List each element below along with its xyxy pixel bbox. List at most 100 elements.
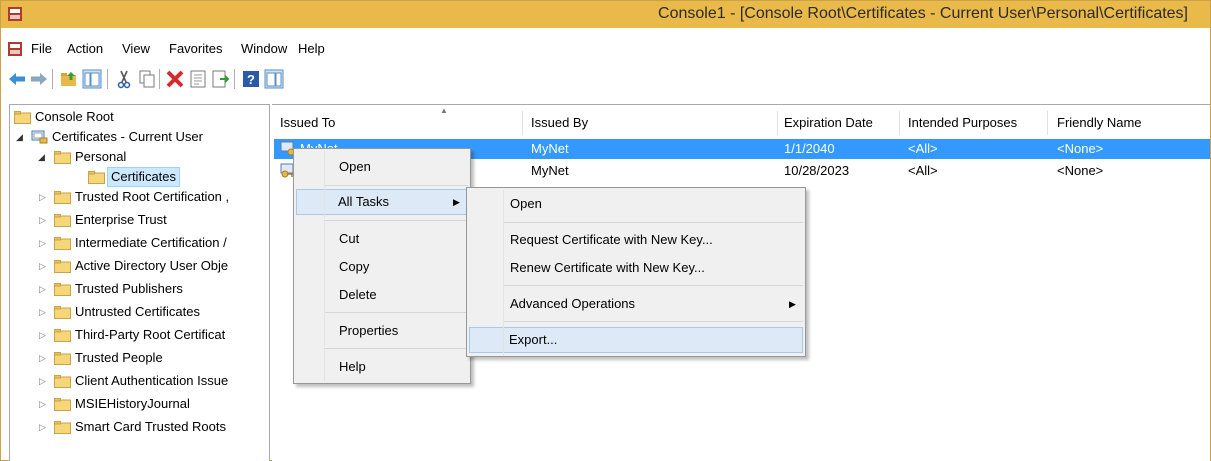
console-tree[interactable]: Console Root ◢ Certificates - Current Us… — [9, 104, 270, 461]
tree-item-folder[interactable]: ▷ Intermediate Certification / — [12, 233, 268, 253]
submenu-item-open[interactable]: Open — [469, 192, 803, 216]
toolbar-separator — [234, 69, 235, 89]
tree-label: Certificates - Current User — [52, 129, 203, 144]
collapsed-arrow-icon[interactable]: ▷ — [39, 187, 51, 207]
toolbar-separator — [159, 69, 160, 89]
toolbar-separator — [107, 69, 108, 89]
tree-item-console-root[interactable]: Console Root — [12, 107, 268, 127]
up-folder-icon[interactable] — [59, 69, 79, 89]
menu-action[interactable]: Action — [67, 41, 103, 56]
menu-separator — [324, 220, 468, 221]
menu-item-label: All Tasks — [338, 194, 390, 209]
forward-arrow-icon[interactable] — [29, 69, 49, 89]
tree-label: Enterprise Trust — [75, 212, 167, 227]
folder-icon — [54, 283, 71, 296]
folder-icon — [54, 352, 71, 365]
column-header-intended-purposes[interactable]: Intended Purposes — [908, 109, 1017, 137]
tree-label: Untrusted Certificates — [75, 304, 200, 319]
tree-item-folder[interactable]: ▷ Trusted People — [12, 348, 268, 368]
collapsed-arrow-icon[interactable]: ▷ — [39, 348, 51, 368]
tree-item-folder[interactable]: ▷ Trusted Root Certification , — [12, 187, 268, 207]
submenu-item-request-certificate[interactable]: Request Certificate with New Key... — [469, 228, 803, 252]
menu-file[interactable]: File — [31, 41, 52, 56]
mmc-app-icon[interactable] — [7, 6, 23, 22]
collapsed-arrow-icon[interactable]: ▷ — [39, 279, 51, 299]
tree-item-folder[interactable]: ▷ Trusted Publishers — [12, 279, 268, 299]
tree-item-folder[interactable]: ▷ Third-Party Root Certificat — [12, 325, 268, 345]
cell-friendly-name: <None> — [1057, 141, 1104, 156]
column-header-expiration-date[interactable]: Expiration Date — [784, 109, 873, 137]
menu-item-help[interactable]: Help — [296, 355, 468, 379]
copy-icon[interactable] — [137, 69, 157, 89]
menu-gutter-line — [503, 190, 504, 356]
column-separator[interactable] — [522, 111, 523, 135]
properties-icon[interactable] — [188, 69, 208, 89]
folder-icon — [54, 214, 71, 227]
tree-item-folder[interactable]: ▷ Smart Card Trusted Roots — [12, 417, 268, 437]
tree-label: Third-Party Root Certificat — [75, 327, 226, 342]
column-header-issued-to[interactable]: Issued To — [280, 109, 335, 137]
tree-label: Trusted People — [75, 350, 163, 365]
menu-item-label: Request Certificate with New Key... — [510, 232, 713, 247]
collapsed-arrow-icon[interactable]: ▷ — [39, 302, 51, 322]
collapsed-arrow-icon[interactable]: ▷ — [39, 210, 51, 230]
tree-label: Active Directory User Obje — [75, 258, 229, 273]
menu-item-properties[interactable]: Properties — [296, 319, 468, 343]
expanded-arrow-icon[interactable]: ◢ — [38, 147, 50, 167]
collapsed-arrow-icon[interactable]: ▷ — [39, 256, 51, 276]
tree-item-folder[interactable]: ▷ Untrusted Certificates — [12, 302, 268, 322]
collapsed-arrow-icon[interactable]: ▷ — [39, 417, 51, 437]
export-list-icon[interactable] — [211, 69, 231, 89]
cut-icon[interactable] — [114, 69, 134, 89]
tree-item-folder[interactable]: ▷ Active Directory User Obje — [12, 256, 268, 276]
menu-window[interactable]: Window — [241, 41, 287, 56]
tree-item-certificates[interactable]: Certificates — [12, 167, 268, 187]
menu-help[interactable]: Help — [298, 41, 325, 56]
submenu-arrow-icon: ▶ — [453, 197, 460, 207]
menu-item-all-tasks[interactable]: All Tasks ▶ — [296, 189, 468, 215]
submenu-item-renew-certificate[interactable]: Renew Certificate with New Key... — [469, 256, 803, 280]
submenu-item-advanced-operations[interactable]: Advanced Operations ▶ — [469, 292, 803, 316]
tree-item-folder[interactable]: ▷ MSIEHistoryJournal — [12, 394, 268, 414]
collapsed-arrow-icon[interactable]: ▷ — [39, 394, 51, 414]
column-separator[interactable] — [1047, 111, 1048, 135]
title-bar[interactable]: Console1 - [Console Root\Certificates - … — [1, 1, 1210, 28]
menu-item-cut[interactable]: Cut — [296, 227, 468, 251]
column-separator[interactable] — [899, 111, 900, 135]
expanded-arrow-icon[interactable]: ◢ — [16, 127, 28, 147]
tree-label: Client Authentication Issue — [75, 373, 229, 388]
menu-separator — [324, 348, 468, 349]
column-header-friendly-name[interactable]: Friendly Name — [1057, 109, 1142, 137]
menu-separator — [324, 185, 468, 186]
menu-item-label: Help — [339, 359, 366, 374]
column-header-issued-by[interactable]: Issued By — [531, 109, 588, 137]
menu-gutter-line — [324, 151, 325, 381]
collapsed-arrow-icon[interactable]: ▷ — [39, 371, 51, 391]
back-arrow-icon[interactable] — [7, 69, 27, 89]
menu-separator — [503, 321, 803, 322]
folder-icon — [54, 398, 71, 411]
show-hide-tree-icon[interactable] — [82, 69, 102, 89]
mmc-window: Console1 - [Console Root\Certificates - … — [0, 0, 1211, 461]
folder-icon — [54, 306, 71, 319]
show-action-pane-icon[interactable] — [264, 69, 284, 89]
system-menu-icon[interactable] — [7, 41, 23, 57]
tree-item-folder[interactable]: ▷ Enterprise Trust — [12, 210, 268, 230]
collapsed-arrow-icon[interactable]: ▷ — [39, 233, 51, 253]
menu-bar: File Action View Favorites Window Help — [1, 38, 1210, 60]
menu-favorites[interactable]: Favorites — [169, 41, 222, 56]
menu-item-open[interactable]: Open — [296, 155, 468, 179]
help-icon[interactable]: ? — [241, 69, 261, 89]
menu-item-delete[interactable]: Delete — [296, 283, 468, 307]
collapsed-arrow-icon[interactable]: ▷ — [39, 325, 51, 345]
menu-view[interactable]: View — [122, 41, 150, 56]
tree-item-personal[interactable]: ◢ Personal — [12, 147, 268, 167]
tree-item-certificates-current-user[interactable]: ◢ Certificates - Current User — [12, 127, 268, 147]
tree-item-folder[interactable]: ▷ Client Authentication Issue — [12, 371, 268, 391]
menu-item-copy[interactable]: Copy — [296, 255, 468, 279]
submenu-item-export[interactable]: Export... — [469, 327, 803, 353]
tree-label: MSIEHistoryJournal — [75, 396, 190, 411]
delete-icon[interactable] — [165, 69, 185, 89]
column-separator[interactable] — [777, 111, 778, 135]
certificate-store-icon — [31, 130, 48, 144]
